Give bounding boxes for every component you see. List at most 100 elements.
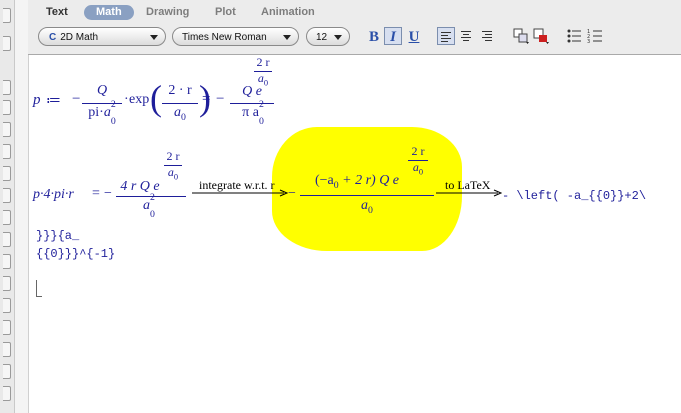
eq1-arg-sub: 0 xyxy=(181,111,186,123)
eq1-minus2: − xyxy=(216,91,225,107)
underline-button[interactable]: U xyxy=(406,28,422,46)
eq2-result-numer-a: (−a xyxy=(314,173,334,188)
svg-text:3: 3 xyxy=(587,39,590,45)
eq1-arg-a: a xyxy=(174,105,182,120)
eq2-den-a: a xyxy=(143,198,151,213)
latex-output-line3: {{0}}}^{-1} xyxy=(36,247,116,261)
eq1-rhs-denom: π a2 0 xyxy=(228,99,278,127)
gutter-marker xyxy=(3,298,11,313)
gutter-marker xyxy=(3,122,11,137)
eq1-rhs-pi-a: π a xyxy=(242,105,259,120)
worksheet[interactable]: p ≔ − Q pi·a 2 0 · exp ( 2 · r a0 ) = − 2 … xyxy=(30,55,681,413)
math-mode-value: 2D Math xyxy=(60,32,99,43)
arrow-right-icon xyxy=(192,189,288,197)
eq2-result-minus: − xyxy=(288,186,296,201)
gutter-marker xyxy=(3,210,11,225)
numbered-list-icon[interactable]: 123 xyxy=(586,27,604,45)
eq1-exp: exp xyxy=(129,92,150,107)
gutter-marker xyxy=(3,100,11,115)
bullet-list-icon[interactable] xyxy=(565,27,583,45)
eq1-Q: Q xyxy=(96,83,108,98)
font-family-value: Times New Roman xyxy=(182,32,267,43)
eq1-lhs: p xyxy=(33,92,41,108)
eq1-denom: pi·a 2 0 xyxy=(82,99,122,127)
align-right-button[interactable] xyxy=(479,27,497,45)
eq1-dot2: · xyxy=(124,92,129,107)
eq2-den-sup: 2 xyxy=(150,192,155,203)
eq1-fraction-bar xyxy=(82,103,122,104)
bold-button[interactable]: B xyxy=(366,28,382,46)
eq2-result-exp-numer: 2 r xyxy=(411,144,425,158)
eq1-a: a xyxy=(103,105,111,120)
eq1-a0-sub: 0 xyxy=(110,115,116,127)
eq1-arg-denom: a0 xyxy=(162,105,198,123)
eq1-equals: = xyxy=(202,91,211,107)
chevron-down-icon xyxy=(150,35,158,40)
italic-button[interactable]: I xyxy=(384,27,402,45)
eq1-minus: − xyxy=(72,91,81,107)
gutter-marker xyxy=(3,36,11,51)
context-toolbar: Text Math Drawing Plot Animation C 2D Mat… xyxy=(28,0,681,54)
tab-math[interactable]: Math xyxy=(84,5,134,20)
tab-text[interactable]: Text xyxy=(46,5,68,20)
eq2-result-bar xyxy=(300,195,434,196)
eq2-equals: = xyxy=(92,186,100,201)
gutter-marker xyxy=(3,232,11,247)
chevron-down-icon xyxy=(283,35,291,40)
eq2-exp-sub: 0 xyxy=(173,172,179,182)
gutter-marker xyxy=(3,144,11,159)
eq2-result-numer-tail: + 2 r) Q e xyxy=(342,173,400,188)
properties-icon[interactable] xyxy=(512,27,530,45)
eq1-pi: pi xyxy=(88,105,100,120)
eq2-den-sub: 0 xyxy=(150,208,155,220)
eq2-numer: 4 r Q e xyxy=(120,179,160,194)
gutter-marker xyxy=(3,276,11,291)
align-center-button[interactable] xyxy=(458,27,476,45)
eq2-result-denom: a0 xyxy=(352,198,382,216)
eq2-lhs: p·4·pi·r xyxy=(33,187,74,203)
ruler-strip xyxy=(15,0,29,413)
tab-animation[interactable]: Animation xyxy=(261,5,315,20)
align-left-button[interactable] xyxy=(437,27,455,45)
eq1-numer: Q xyxy=(82,83,122,99)
font-size-select[interactable]: 12 xyxy=(306,27,350,46)
gutter-marker xyxy=(3,254,11,269)
text-color-icon[interactable] xyxy=(532,27,550,45)
latex-output-line2: }}}{a_ xyxy=(36,229,80,243)
c-icon: C xyxy=(49,32,57,43)
eq2-result-den-a: a xyxy=(361,198,369,213)
eq2-result-numer-sub: 0 xyxy=(333,179,339,191)
gutter-marker xyxy=(3,188,11,203)
eq2-result-den-sub: 0 xyxy=(368,204,373,216)
gutter-marker xyxy=(3,342,11,357)
tab-drawing[interactable]: Drawing xyxy=(146,5,189,20)
eq1-arg-numer: 2 · r xyxy=(168,83,192,98)
eq2-result-numer: (−a0 + 2 r) Q e xyxy=(302,173,412,191)
eq1-assign: ≔ xyxy=(46,93,61,109)
latex-output-line1: - \left( -a_{{0}}+2\ xyxy=(502,189,647,203)
eq1-rhs-bar xyxy=(230,103,274,104)
arrow-right-icon xyxy=(436,189,502,197)
eq2-exp-numer: 2 r xyxy=(166,149,180,163)
font-family-select[interactable]: Times New Roman xyxy=(172,27,299,46)
font-size-value: 12 xyxy=(316,32,328,43)
eq2-denom: a2 0 xyxy=(134,192,164,220)
eq2-minus: − xyxy=(104,186,112,201)
math-mode-select[interactable]: C 2D Math xyxy=(38,27,166,46)
eq2-result-exp-sub: 0 xyxy=(418,167,424,177)
gutter-marker xyxy=(3,8,11,23)
eq1-exp-numer: 2 r xyxy=(256,55,270,69)
eq1-lparen: ( xyxy=(150,78,162,118)
gutter-marker xyxy=(3,80,11,95)
eq1-rhs-sub: 0 xyxy=(258,115,264,127)
input-cursor[interactable] xyxy=(36,280,42,297)
eq1-rhs-numer: Q e xyxy=(242,84,262,99)
gutter-marker xyxy=(3,166,11,181)
chevron-down-icon xyxy=(334,35,342,40)
eq1-a0-sup: 2 xyxy=(110,99,116,110)
eq1-arg-bar xyxy=(162,103,198,104)
tab-plot[interactable]: Plot xyxy=(215,5,236,20)
eq1-rhs-sup: 2 xyxy=(258,99,264,110)
eq2-lhs-text: p·4·pi·r xyxy=(33,187,74,202)
gutter-marker xyxy=(3,364,11,379)
